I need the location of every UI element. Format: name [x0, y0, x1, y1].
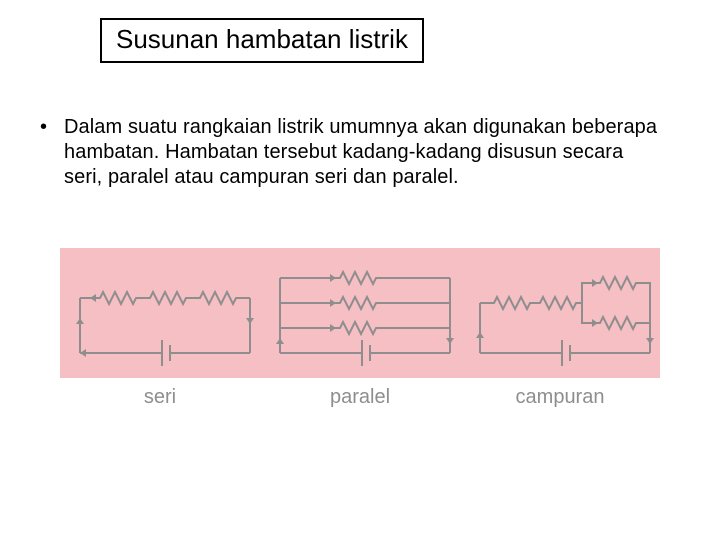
bullet-text: Dalam suatu rangkaian listrik umumnya ak… — [64, 115, 660, 190]
bullet-mark: • — [40, 115, 64, 140]
page-title: Susunan hambatan listrik — [100, 18, 424, 63]
circuit-diagram-panel — [60, 248, 660, 378]
mixed-circuit — [476, 277, 654, 366]
caption-paralel: paralel — [260, 386, 460, 409]
diagram-captions: seri paralel campuran — [60, 386, 660, 409]
caption-seri: seri — [60, 386, 260, 409]
series-circuit — [76, 292, 254, 366]
parallel-circuit — [276, 272, 454, 366]
bullet-item: • Dalam suatu rangkaian listrik umumnya … — [40, 115, 660, 190]
circuit-diagram-block: seri paralel campuran — [60, 248, 660, 409]
caption-campuran: campuran — [460, 386, 660, 409]
circuit-diagrams-svg — [60, 248, 660, 378]
